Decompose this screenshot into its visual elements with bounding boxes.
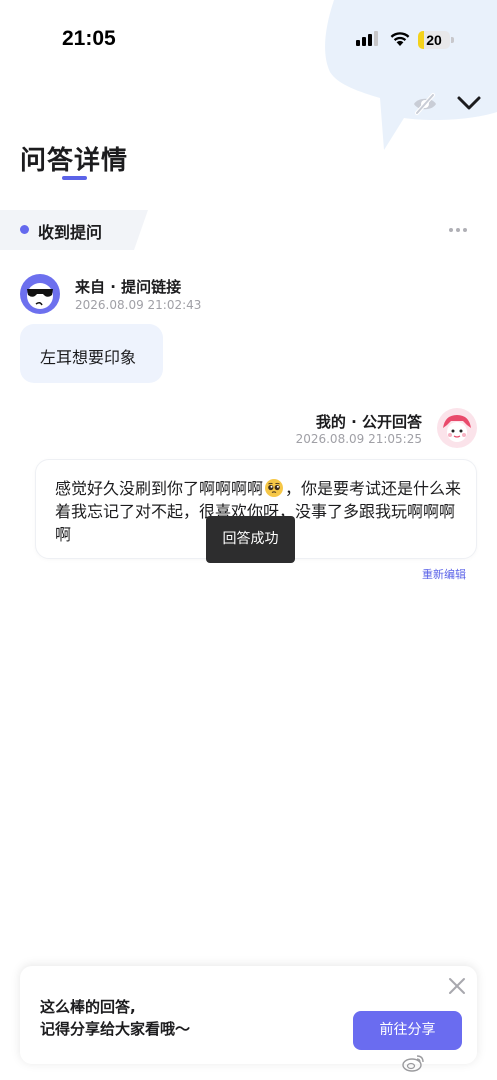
close-icon[interactable] [447,976,467,996]
title-underline [62,176,87,180]
battery-icon: 20 [418,31,454,49]
question-source: 来自 · 提问链接 [75,278,182,296]
re-edit-link[interactable]: 重新编辑 [422,566,466,582]
question-timestamp: 2026.08.09 21:02:43 [75,298,202,312]
more-icon[interactable] [448,227,468,233]
success-toast: 回答成功 [206,516,295,563]
section-label: 收到提问 [38,223,103,242]
chevron-down-icon[interactable] [456,94,482,112]
eye-off-icon[interactable] [412,92,438,116]
status-time: 21:05 [62,27,116,50]
question-text: 左耳想要印象 [40,348,137,367]
answer-timestamp: 2026.08.09 21:05:25 [295,432,422,446]
battery-level: 20 [426,32,442,48]
answer-avatar [437,408,477,448]
share-prompt-line-1: 这么棒的回答, [40,998,136,1016]
asker-avatar [20,274,60,314]
weibo-watermark [402,1051,497,1075]
status-bar: 21:05 20 [0,0,497,80]
signal-icon [356,31,378,46]
page-title: 问答详情 [20,146,129,176]
pleading-face-emoji-icon [265,479,284,497]
answer-author: 我的 · 公开回答 [315,413,422,431]
share-prompt-line-2: 记得分享给大家看哦～ [40,1020,191,1038]
go-share-button[interactable]: 前往分享 [353,1011,462,1050]
section-dot [20,225,29,234]
weibo-logo [402,1055,424,1072]
wifi-icon [390,32,410,46]
answer-text-part-1: 感觉好久没刷到你了啊啊啊啊 [55,479,264,498]
